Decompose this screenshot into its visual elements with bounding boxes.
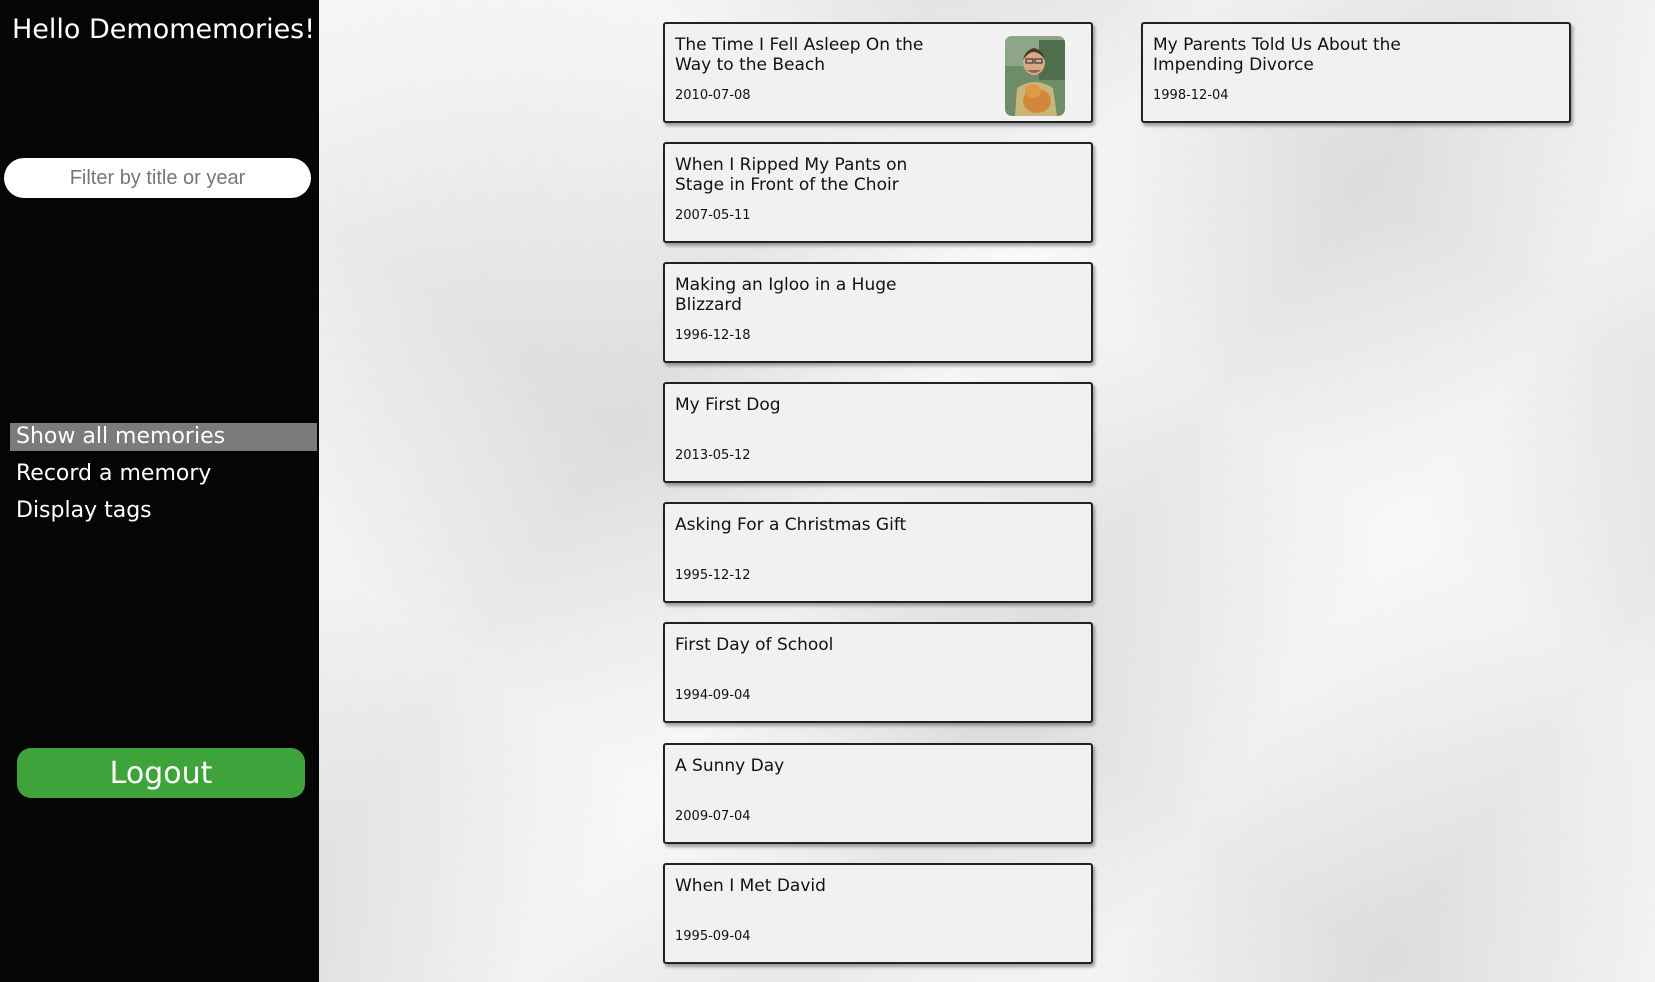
memory-title: First Day of School (675, 635, 834, 655)
memory-date: 1998-12-04 (1153, 88, 1229, 103)
memory-thumbnail (1005, 36, 1065, 116)
memory-date: 2007-05-11 (675, 208, 751, 223)
memories-area: The Time I Fell Asleep On the Way to the… (319, 0, 1655, 982)
memory-card[interactable]: Making an Igloo in a Huge Blizzard 1996-… (663, 262, 1093, 363)
nav-display-tags[interactable]: Display tags (10, 497, 317, 525)
memory-card[interactable]: Asking For a Christmas Gift 1995-12-12 (663, 502, 1093, 603)
memory-date: 2013-05-12 (675, 448, 751, 463)
memory-date: 2010-07-08 (675, 88, 751, 103)
memory-card[interactable]: When I Ripped My Pants on Stage in Front… (663, 142, 1093, 243)
filter-input[interactable] (4, 158, 311, 198)
memory-title: Asking For a Christmas Gift (675, 515, 907, 535)
nav-show-all-memories[interactable]: Show all memories (10, 423, 317, 451)
memory-title: A Sunny Day (675, 756, 785, 776)
memory-title: When I Ripped My Pants on Stage in Front… (675, 155, 908, 195)
memory-card[interactable]: A Sunny Day 2009-07-04 (663, 743, 1093, 844)
nav-menu: Show all memories Record a memory Displa… (10, 423, 317, 534)
memory-card[interactable]: My First Dog 2013-05-12 (663, 382, 1093, 483)
memory-date: 1995-12-12 (675, 568, 751, 583)
greeting-heading: Hello Demomemories! (12, 14, 316, 45)
memory-title: Making an Igloo in a Huge Blizzard (675, 275, 897, 315)
memory-title: The Time I Fell Asleep On the Way to the… (675, 35, 924, 75)
nav-record-memory[interactable]: Record a memory (10, 460, 317, 488)
memory-date: 1995-09-04 (675, 929, 751, 944)
memory-date: 1994-09-04 (675, 688, 751, 703)
memory-title: My First Dog (675, 395, 781, 415)
memory-card[interactable]: The Time I Fell Asleep On the Way to the… (663, 22, 1093, 123)
memory-date: 2009-07-04 (675, 809, 751, 824)
memory-card[interactable]: First Day of School 1994-09-04 (663, 622, 1093, 723)
memory-date: 1996-12-18 (675, 328, 751, 343)
memory-card[interactable]: My Parents Told Us About the Impending D… (1141, 22, 1571, 123)
sidebar: Hello Demomemories! Show all memories Re… (0, 0, 319, 982)
memory-title: When I Met David (675, 876, 826, 896)
memory-title: My Parents Told Us About the Impending D… (1153, 35, 1401, 75)
memory-card[interactable]: When I Met David 1995-09-04 (663, 863, 1093, 964)
logout-button[interactable]: Logout (17, 748, 305, 798)
